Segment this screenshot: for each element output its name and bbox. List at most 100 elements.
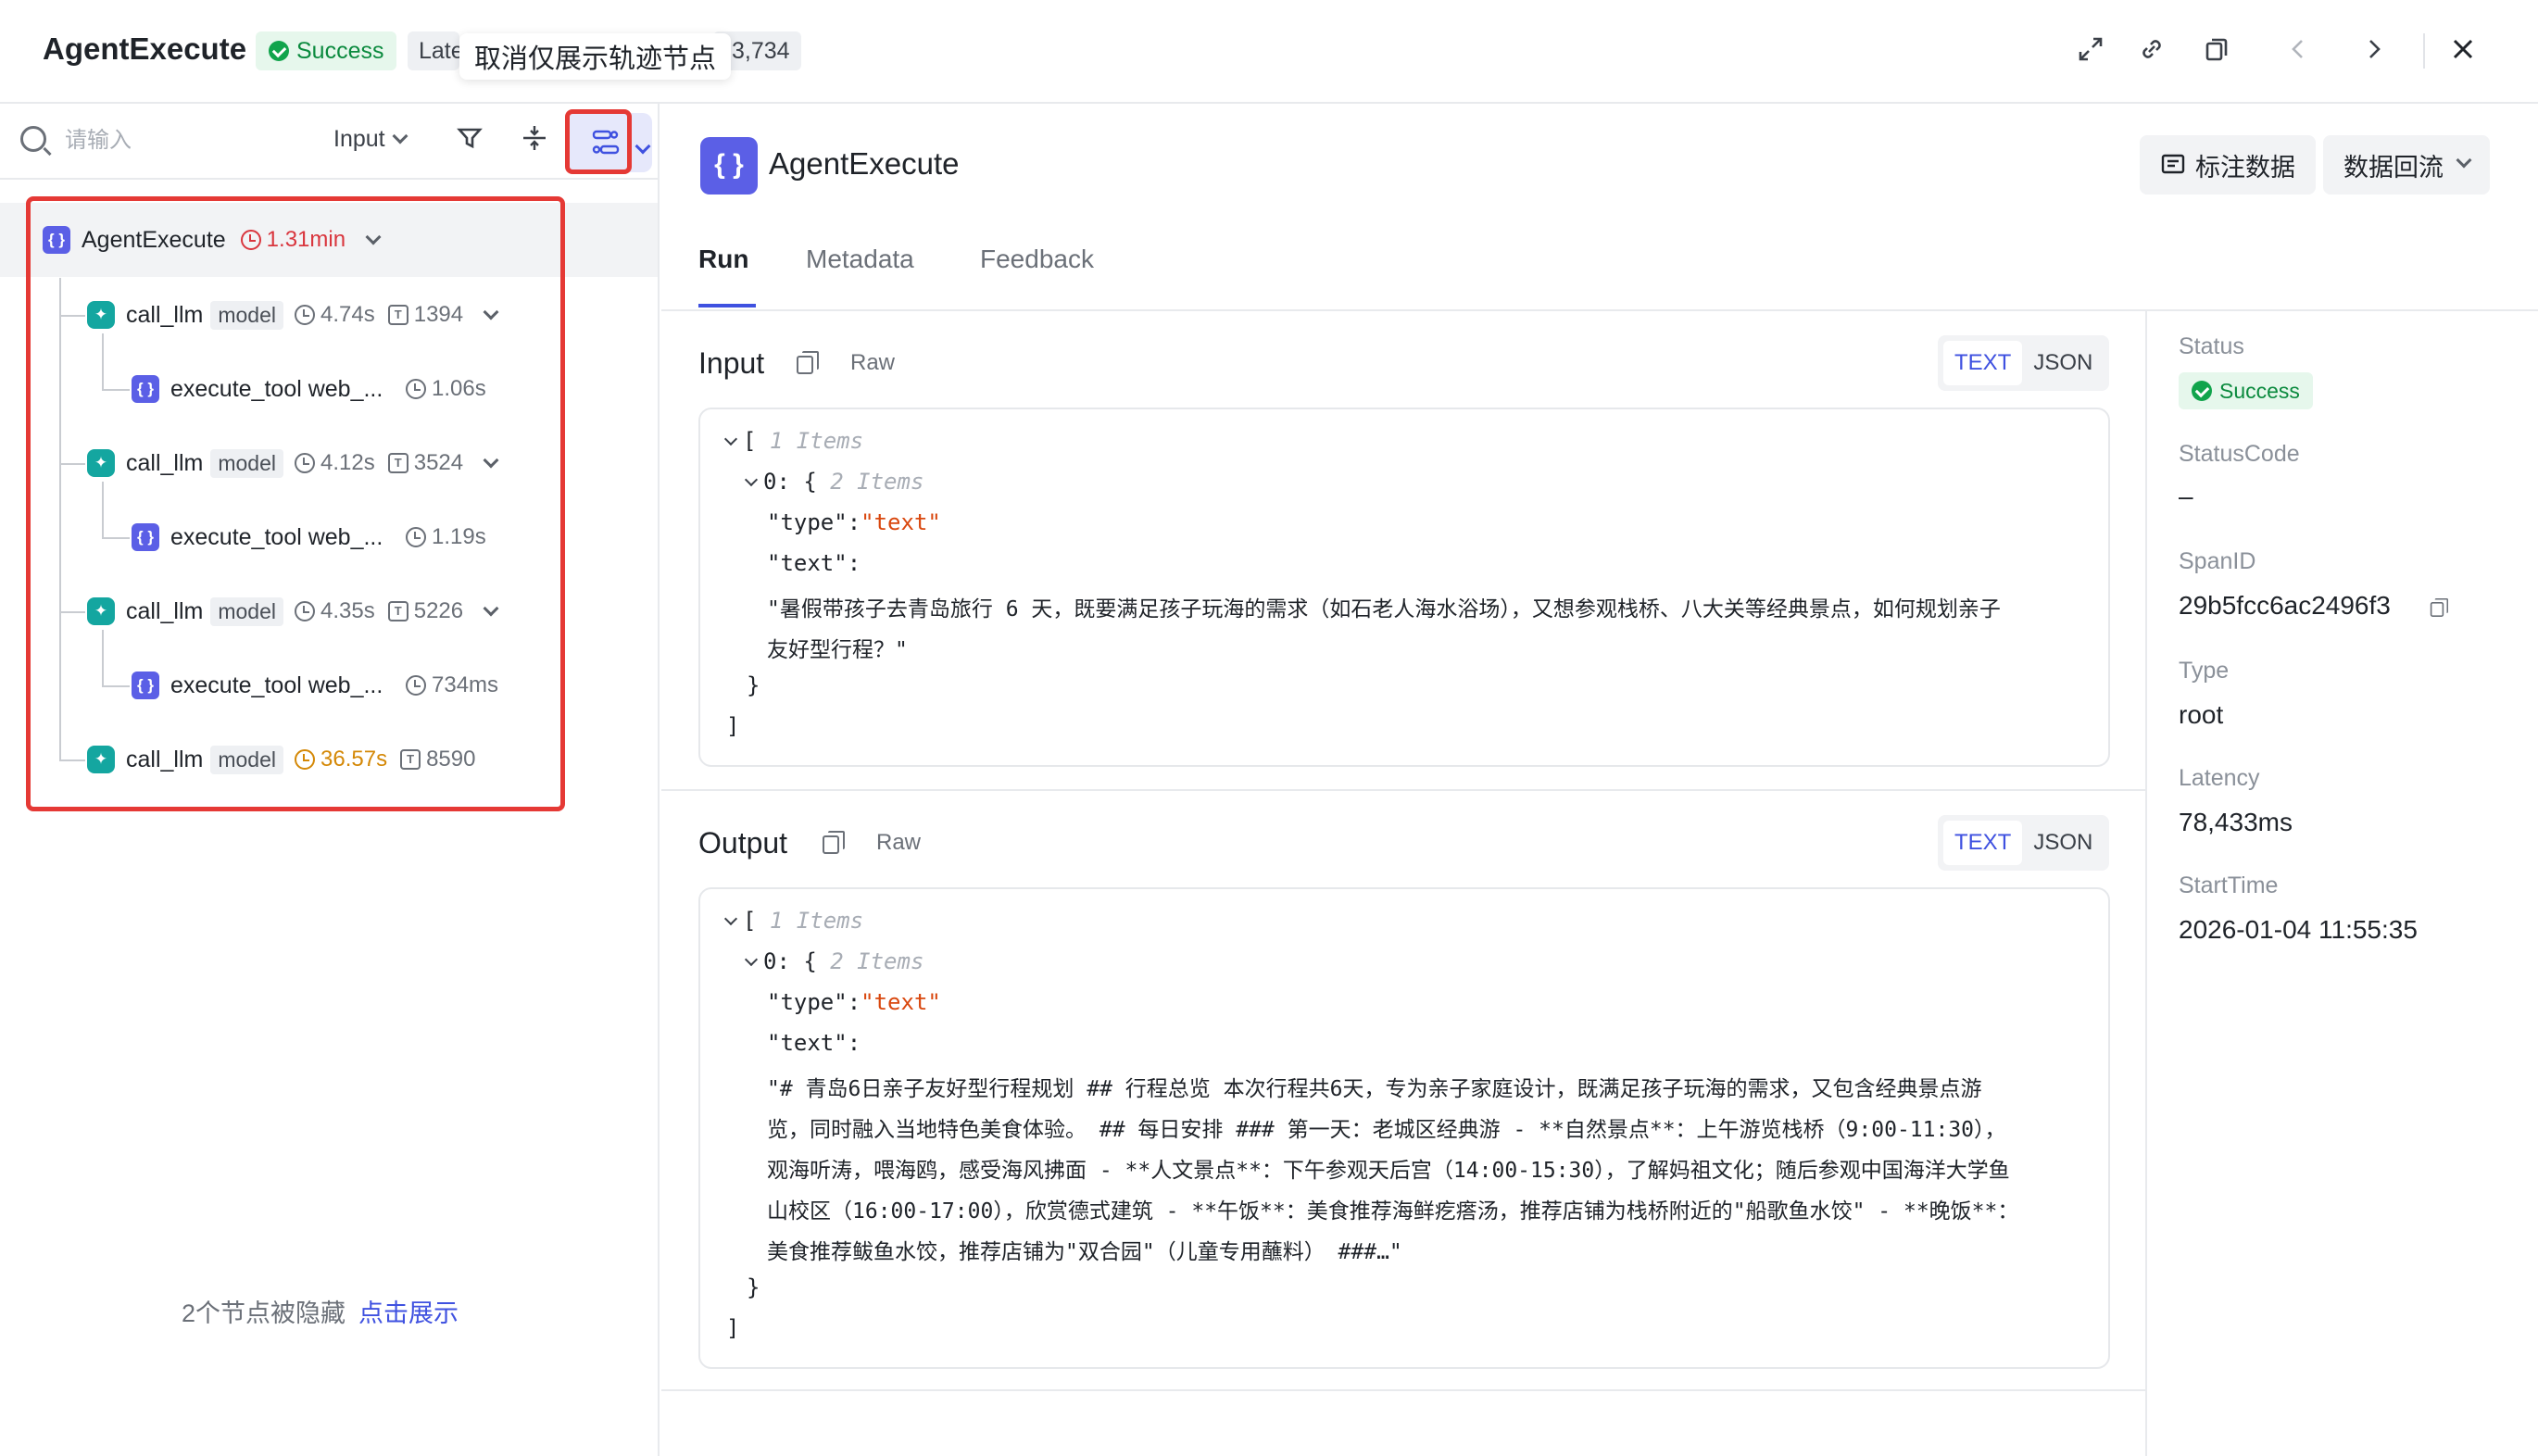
json-string: 览，同时融入当地特色美食体验。 ## 每日安排 ### 第一天：老城区经典游 -… xyxy=(767,1118,2006,1142)
copy-icon[interactable] xyxy=(797,351,819,374)
output-format-toggle: TEXT JSON xyxy=(1938,815,2110,871)
json-string: "暑假带孩子去青岛旅行 6 天，既要满足孩子玩海的需求（如石老人海水浴场），又想… xyxy=(767,597,2001,621)
header-bar: AgentExecute Success Late 3,734 取消仅展示轨迹节… xyxy=(0,0,2538,104)
json-key: "type": xyxy=(767,989,861,1015)
tab-feedback[interactable]: Feedback xyxy=(980,245,1094,274)
annotate-button-label: 标注数据 xyxy=(2195,153,2295,182)
spanid-value: 29b5fcc6ac2496f3 xyxy=(2179,591,2391,620)
chevron-left-icon[interactable] xyxy=(2282,35,2314,67)
json-string: 友好型行程？" xyxy=(767,638,908,662)
search-input[interactable] xyxy=(65,122,296,159)
input-format-toggle: TEXT JSON xyxy=(1938,335,2110,391)
tab-run[interactable]: Run xyxy=(698,245,748,274)
starttime-value: 2026-01-04 11:55:35 xyxy=(2179,915,2418,944)
collapse-all-icon[interactable] xyxy=(517,124,552,159)
code-line: "type":"text" xyxy=(767,509,941,535)
latency-chip: Late xyxy=(408,31,459,70)
code-line: "text": xyxy=(767,550,861,576)
field-select[interactable]: Input xyxy=(333,126,408,153)
hidden-nodes-text: 2个节点被隐藏 xyxy=(182,1299,346,1327)
filter-icon[interactable] xyxy=(452,124,487,159)
section-divider xyxy=(661,1389,2145,1391)
output-raw-link[interactable]: Raw xyxy=(876,830,921,856)
input-raw-link[interactable]: Raw xyxy=(850,350,895,376)
json-format-option[interactable]: JSON xyxy=(2022,830,2104,856)
tree-highlight-box xyxy=(26,196,565,811)
chevron-right-icon[interactable] xyxy=(2358,35,2390,67)
search-bar: Input xyxy=(0,104,660,180)
link-icon[interactable] xyxy=(2136,35,2167,67)
expand-icon[interactable] xyxy=(2075,35,2106,67)
spanid-label: SpanID xyxy=(2179,548,2256,574)
tooltip: 取消仅展示轨迹节点 xyxy=(459,33,732,80)
text-format-option[interactable]: TEXT xyxy=(1943,821,2023,865)
check-circle-icon xyxy=(2192,381,2212,401)
status-value-badge: Success xyxy=(2179,372,2313,409)
close-icon[interactable] xyxy=(2447,35,2479,67)
json-string: 山校区（16:00-17:00），欣赏德式建筑 - **午饭**：美食推荐海鲜疙… xyxy=(767,1199,2019,1224)
latency-chip-value-text: 3,734 xyxy=(732,38,790,64)
annotate-button[interactable]: 标注数据 xyxy=(2140,135,2316,195)
input-section-title: Input xyxy=(698,346,765,380)
detail-title: AgentExecute xyxy=(769,146,960,181)
active-tab-indicator xyxy=(698,304,756,308)
type-value: root xyxy=(2179,700,2224,729)
chevron-down-icon xyxy=(2456,152,2472,169)
copy-icon[interactable] xyxy=(2430,598,2448,617)
code-line: 0: { 2 Items xyxy=(744,469,924,495)
latency-chip-prefix: Late xyxy=(419,38,459,64)
code-line: [ 1 Items xyxy=(723,428,864,454)
item-count: 2 Items xyxy=(830,948,924,974)
copy-icon[interactable] xyxy=(823,831,845,854)
field-select-label: Input xyxy=(333,126,385,152)
statuscode-value: – xyxy=(2179,482,2193,510)
annotate-icon xyxy=(2161,154,2185,174)
page-title: AgentExecute xyxy=(43,31,247,66)
tab-metadata[interactable]: Metadata xyxy=(806,245,914,274)
header-divider xyxy=(2423,33,2425,69)
statuscode-label: StatusCode xyxy=(2179,441,2300,467)
item-count: 2 Items xyxy=(830,469,924,495)
json-string: 美食推荐鲅鱼水饺，推荐店铺为"双合园"（儿童专用蘸料） ###…" xyxy=(767,1240,1402,1264)
item-count: 1 Items xyxy=(769,908,864,934)
collapse-toggle-icon[interactable] xyxy=(723,911,738,926)
collapse-toggle-icon[interactable] xyxy=(723,432,738,446)
search-icon xyxy=(20,126,46,152)
function-icon: { } xyxy=(700,137,758,195)
json-string: "# 青岛6日亲子友好型行程规划 ## 行程总览 本次行程共6天，专为亲子家庭设… xyxy=(767,1077,1982,1101)
chevron-down-icon xyxy=(634,138,651,155)
collapse-toggle-icon[interactable] xyxy=(744,952,759,967)
section-divider xyxy=(661,789,2145,791)
backflow-button[interactable]: 数据回流 xyxy=(2323,135,2490,195)
code-line: "type":"text" xyxy=(767,989,941,1015)
code-line: ] xyxy=(726,713,740,739)
status-label: Status xyxy=(2179,333,2244,359)
item-count: 1 Items xyxy=(769,428,864,454)
json-key: "text": xyxy=(767,1030,861,1056)
input-code-block xyxy=(698,408,2110,767)
status-value: Success xyxy=(2219,378,2300,403)
starttime-label: StartTime xyxy=(2179,872,2279,898)
output-section-title: Output xyxy=(698,826,788,860)
toggle-highlight-box xyxy=(565,109,632,174)
latency-label: Latency xyxy=(2179,765,2260,791)
json-string: 观海听涛，喂海鸥，感受海风拂面 - **人文景点**：下午参观天后宫（14:00… xyxy=(767,1159,2010,1183)
collapse-toggle-icon[interactable] xyxy=(744,472,759,487)
code-line: [ 1 Items xyxy=(723,908,864,934)
backflow-button-label: 数据回流 xyxy=(2343,153,2444,182)
code-line: 0: { 2 Items xyxy=(744,948,924,974)
show-hidden-link[interactable]: 点击展示 xyxy=(358,1299,459,1327)
code-line: "text": xyxy=(767,1030,861,1056)
copy-window-icon[interactable] xyxy=(2201,35,2232,67)
json-key: "text": xyxy=(767,550,861,576)
text-format-option[interactable]: TEXT xyxy=(1943,341,2023,385)
latency-value: 78,433ms xyxy=(2179,808,2293,836)
json-format-option[interactable]: JSON xyxy=(2022,350,2104,376)
check-circle-icon xyxy=(269,41,289,61)
json-key: "type": xyxy=(767,509,861,535)
type-label: Type xyxy=(2179,658,2230,684)
status-badge-label: Success xyxy=(296,37,384,64)
code-line: } xyxy=(747,1274,760,1300)
code-line: } xyxy=(747,672,760,698)
json-string: "text" xyxy=(861,989,941,1015)
